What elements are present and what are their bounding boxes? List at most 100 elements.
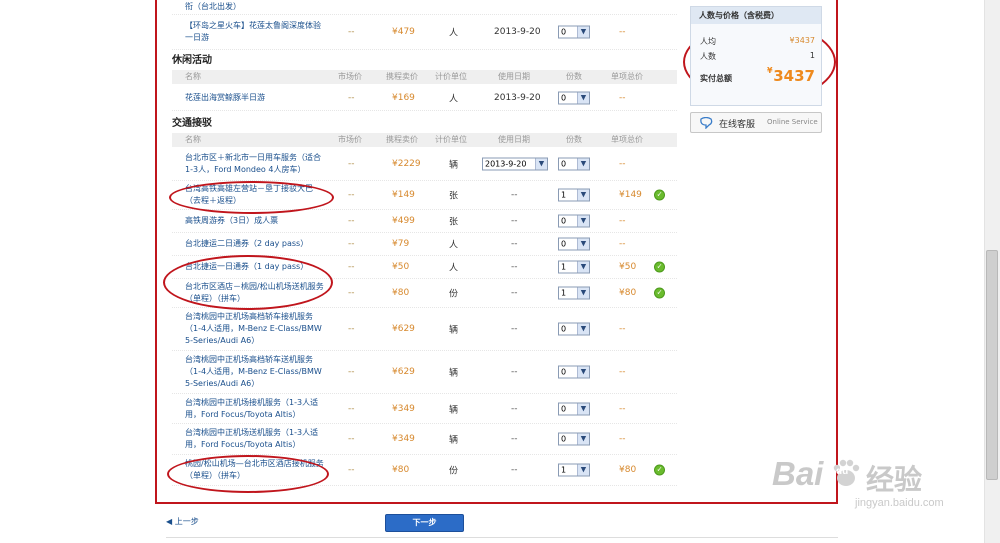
unit: 人 [449, 94, 459, 105]
table-header: 名称 市场价 携程卖价 计价单位 使用日期 份数 单项总价 [172, 133, 677, 147]
table-row: 台北捷运一日通券（1 day pass） -- ¥50 人 -- 1 ▼ ¥50 … [172, 256, 677, 279]
item-subtotal: -- [619, 216, 626, 226]
per-person-value: ¥3437 [789, 36, 815, 45]
col-qty: 份数 [566, 135, 582, 144]
chevron-down-icon: ▼ [577, 433, 589, 445]
item-name-partial[interactable]: 衔（台北出发） [185, 1, 325, 13]
quantity-select[interactable]: 1 ▼ [558, 188, 590, 202]
quantity-select[interactable]: 0 ▼ [558, 214, 590, 228]
per-person-label: 人均 [700, 37, 716, 46]
chevron-down-icon: ▼ [577, 26, 589, 38]
section-title-leisure: 休闲活动 [172, 55, 212, 66]
col-price: 携程卖价 [386, 72, 418, 81]
chevron-left-icon: ◀ [166, 517, 173, 526]
unit: 份 [449, 466, 459, 477]
checkmark-icon: ✓ [654, 189, 665, 201]
sale-price: ¥479 [392, 27, 415, 37]
quantity-select[interactable]: 1 ▼ [558, 463, 590, 477]
table-row: 台湾桃园中正机场接机服务（1-3人适用，Ford Focus/Toyota Al… [172, 394, 677, 424]
market-price: -- [348, 434, 355, 444]
sale-price: ¥499 [392, 216, 415, 226]
item-name[interactable]: 台湾桃园中正机场高档轿车接机服务（1-4人适用，M-Benz E-Class/B… [185, 311, 325, 347]
use-date: -- [511, 190, 518, 200]
table-row: 台湾桃园中正机场送机服务（1-3人适用，Ford Focus/Toyota Al… [172, 424, 677, 455]
quantity-select[interactable]: 0 ▼ [558, 91, 590, 105]
item-name[interactable]: 【环岛之星火车】花莲太鲁阁深度体验一日游 [185, 20, 325, 44]
date-select[interactable]: 2013-9-20 ▼ [482, 157, 548, 171]
item-subtotal: ¥149 [619, 190, 642, 200]
quantity-select[interactable]: 1 ▼ [558, 286, 590, 300]
quantity-select[interactable]: 0 ▼ [558, 237, 590, 251]
chevron-down-icon: ▼ [577, 323, 589, 335]
item-subtotal: ¥80 [619, 288, 637, 298]
scrollbar-thumb[interactable] [986, 250, 998, 480]
unit: 辆 [449, 405, 459, 415]
item-name[interactable]: 台湾桃园中正机场接机服务（1-3人适用，Ford Focus/Toyota Al… [185, 397, 325, 421]
col-date: 使用日期 [498, 135, 530, 144]
price-summary-panel: 人数与价格（含税费） 人均 ¥3437 人数 1 实付总额 ¥ 3437 [690, 6, 822, 106]
item-name[interactable]: 台北市区酒店－桃园/松山机场送机服务（单程）（拼车） [185, 281, 325, 305]
summary-title: 人数与价格（含税费） [691, 7, 821, 24]
use-date: -- [511, 216, 518, 226]
chevron-down-icon: ▼ [577, 464, 589, 476]
quantity-select[interactable]: 0 ▼ [558, 365, 590, 379]
unit: 辆 [449, 160, 459, 171]
list-item: 【环岛之星火车】花莲太鲁阁深度体验一日游 -- ¥479 人 2013-9-20… [172, 15, 677, 50]
table-row: 台湾高铁高雄左营站－垦丁接驳大巴（去程＋返程） -- ¥149 张 -- 1 ▼ … [172, 181, 677, 210]
item-name[interactable]: 高铁周游券（3日）成人票 [185, 215, 325, 227]
item-name[interactable]: 桃园/松山机场—台北市区酒店接机服务（单程）（拼车） [185, 458, 325, 482]
item-name[interactable]: 台北捷运一日通券（1 day pass） [185, 261, 325, 273]
watermark-brand: Bai [772, 455, 824, 492]
item-name[interactable]: 台湾桃园中正机场送机服务（1-3人适用，Ford Focus/Toyota Al… [185, 427, 325, 451]
table-row: 高铁周游券（3日）成人票 -- ¥499 张 -- 0 ▼ -- [172, 210, 677, 233]
item-name[interactable]: 台湾桃园中正机场高档轿车送机服务（1-4人适用，M-Benz E-Class/B… [185, 354, 325, 390]
section-title-transport: 交通接驳 [172, 118, 212, 129]
item-name[interactable]: 台北市区＋新北市一日用车服务（适合1-3人，Ford Mondeo 4人房车） [185, 152, 325, 176]
online-service-button[interactable]: 在线客服 Online Service [690, 112, 822, 133]
unit: 辆 [449, 325, 459, 336]
checkmark-icon: ✓ [654, 287, 665, 299]
item-subtotal: -- [619, 27, 626, 37]
quantity-select[interactable]: 0 ▼ [558, 402, 590, 415]
market-price: -- [348, 190, 355, 200]
use-date: -- [511, 324, 518, 334]
quantity-select[interactable]: 0 ▼ [558, 322, 590, 336]
market-price: -- [348, 159, 355, 169]
item-name[interactable]: 花莲出海赏鲸豚半日游 [185, 92, 325, 104]
item-subtotal: ¥50 [619, 262, 637, 272]
quantity-select[interactable]: 0 ▼ [558, 432, 590, 446]
next-step-button[interactable]: 下一步 [385, 514, 464, 532]
chevron-down-icon: ▼ [577, 158, 589, 170]
item-subtotal: -- [619, 403, 626, 414]
item-name[interactable]: 台湾高铁高雄左营站－垦丁接驳大巴（去程＋返程） [185, 183, 325, 207]
watermark-du: du [836, 466, 849, 477]
table-row: 台北市区＋新北市一日用车服务（适合1-3人，Ford Mondeo 4人房车） … [172, 148, 677, 181]
unit: 辆 [449, 368, 459, 379]
prev-step-link[interactable]: ◀ 上一步 [166, 516, 199, 527]
chevron-down-icon: ▼ [577, 261, 589, 273]
watermark-cn: 经验 [866, 464, 923, 495]
quantity-select[interactable]: 0 ▼ [558, 157, 590, 171]
sale-price: ¥2229 [392, 159, 421, 169]
market-price: -- [348, 262, 355, 272]
people-value: 1 [809, 51, 815, 60]
market-price: -- [348, 403, 355, 414]
sale-price: ¥80 [392, 288, 410, 298]
market-price: -- [348, 288, 355, 298]
quantity-select[interactable]: 0 ▼ [558, 25, 590, 39]
col-name: 名称 [185, 72, 201, 81]
col-unit: 计价单位 [435, 135, 467, 144]
unit: 人 [449, 263, 459, 274]
chevron-down-icon: ▼ [577, 215, 589, 227]
service-label: 在线客服 [719, 120, 756, 130]
total-label: 实付总额 [700, 74, 732, 83]
chevron-down-icon: ▼ [577, 287, 589, 299]
use-date: -- [511, 239, 518, 249]
item-name[interactable]: 台北捷运二日通券（2 day pass） [185, 238, 325, 250]
use-date: 2013-9-20 [494, 93, 541, 103]
item-subtotal: -- [619, 367, 626, 377]
quantity-select[interactable]: 1 ▼ [558, 260, 590, 274]
sale-price: ¥629 [392, 324, 415, 334]
use-date: -- [511, 288, 518, 298]
unit: 份 [449, 289, 459, 300]
